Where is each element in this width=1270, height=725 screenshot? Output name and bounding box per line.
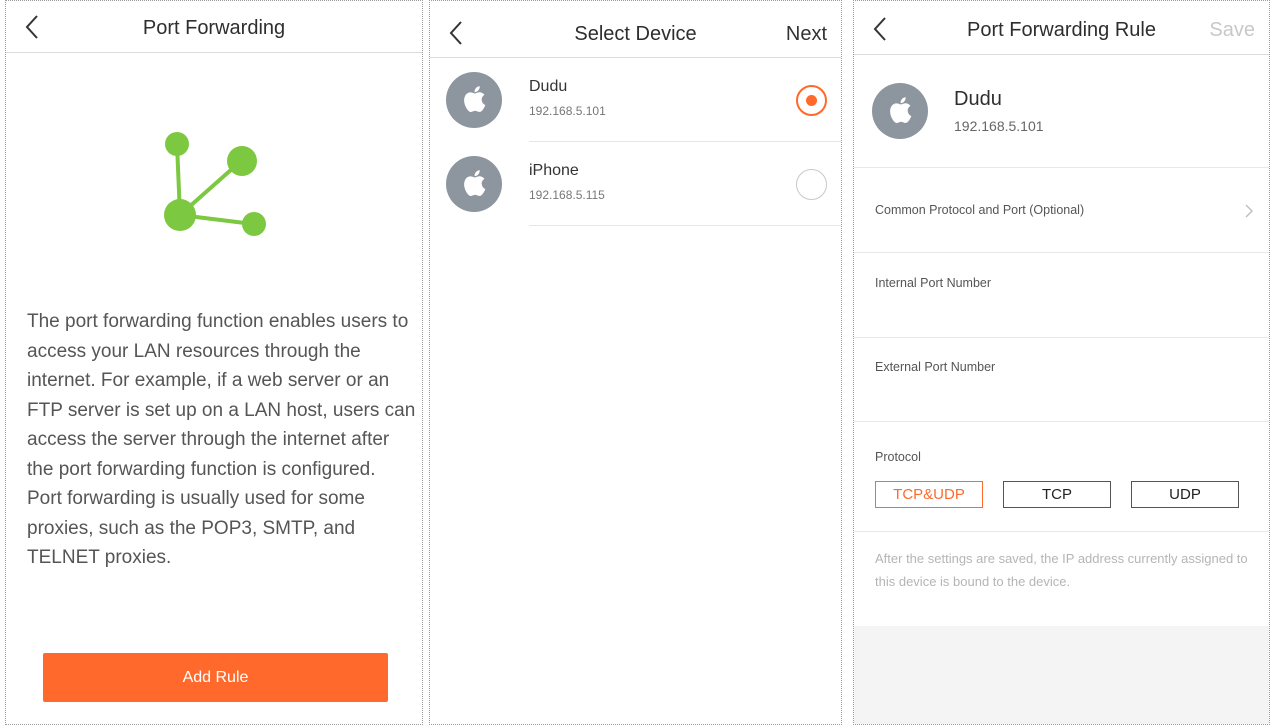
chevron-right-icon xyxy=(1245,204,1253,218)
protocol-udp-button[interactable]: UDP xyxy=(1131,481,1239,508)
protocol-tcp-button[interactable]: TCP xyxy=(1003,481,1111,508)
divider xyxy=(529,225,841,226)
port-forwarding-description: The port forwarding function enables use… xyxy=(27,307,417,573)
port-forwarding-icon xyxy=(164,132,266,236)
port-forwarding-rule-screen: Port Forwarding Rule Save Dudu 192.168.5… xyxy=(853,0,1270,725)
device-avatar xyxy=(446,156,502,212)
navigation-bar: Port Forwarding Rule Save xyxy=(854,1,1269,55)
add-rule-button[interactable]: Add Rule xyxy=(43,653,388,702)
device-avatar xyxy=(446,72,502,128)
divider xyxy=(854,337,1269,338)
internal-port-input[interactable] xyxy=(875,294,1253,334)
device-ip: 192.168.5.115 xyxy=(529,188,605,202)
device-list-item[interactable]: iPhone 192.168.5.115 xyxy=(430,142,841,226)
device-list-item[interactable]: Dudu 192.168.5.101 xyxy=(430,58,841,142)
internal-port-label: Internal Port Number xyxy=(875,276,992,290)
select-device-screen: Select Device Next Dudu 192.168.5.101 iP… xyxy=(429,0,842,725)
device-name: Dudu xyxy=(529,78,568,95)
divider xyxy=(854,252,1269,253)
divider xyxy=(854,421,1269,422)
footer-area xyxy=(854,626,1269,724)
protocol-tcp-udp-button[interactable]: TCP&UDP xyxy=(875,481,983,508)
device-ip: 192.168.5.101 xyxy=(954,118,1044,134)
save-button[interactable]: Save xyxy=(1209,19,1255,42)
navigation-bar: Port Forwarding xyxy=(6,1,422,53)
page-title: Select Device xyxy=(574,23,697,45)
protocol-label: Protocol xyxy=(875,450,921,464)
device-radio[interactable] xyxy=(796,169,827,200)
navigation-bar: Select Device Next xyxy=(430,1,841,58)
page-title: Port Forwarding Rule xyxy=(967,19,1156,41)
page-title: Port Forwarding xyxy=(142,17,286,39)
description-paragraph: Port forwarding is usually used for some… xyxy=(27,488,365,568)
common-protocol-label: Common Protocol and Port (Optional) xyxy=(875,203,1085,217)
device-avatar xyxy=(872,83,928,139)
apple-icon xyxy=(464,86,486,112)
device-name: Dudu xyxy=(954,88,1002,110)
description-paragraph: The port forwarding function enables use… xyxy=(27,311,416,480)
binding-note: After the settings are saved, the IP add… xyxy=(875,551,1248,589)
device-radio-selected[interactable] xyxy=(796,85,827,116)
divider xyxy=(854,531,1269,532)
apple-icon xyxy=(464,170,486,196)
common-protocol-row[interactable]: Common Protocol and Port (Optional) xyxy=(854,168,1269,252)
device-ip: 192.168.5.101 xyxy=(529,104,606,118)
external-port-input[interactable] xyxy=(875,378,1253,418)
port-forwarding-screen: Port Forwarding The port forwarding func… xyxy=(5,0,423,725)
device-name: iPhone xyxy=(529,162,579,179)
next-button[interactable]: Next xyxy=(786,23,827,46)
apple-icon xyxy=(890,97,912,123)
external-port-label: External Port Number xyxy=(875,360,996,374)
